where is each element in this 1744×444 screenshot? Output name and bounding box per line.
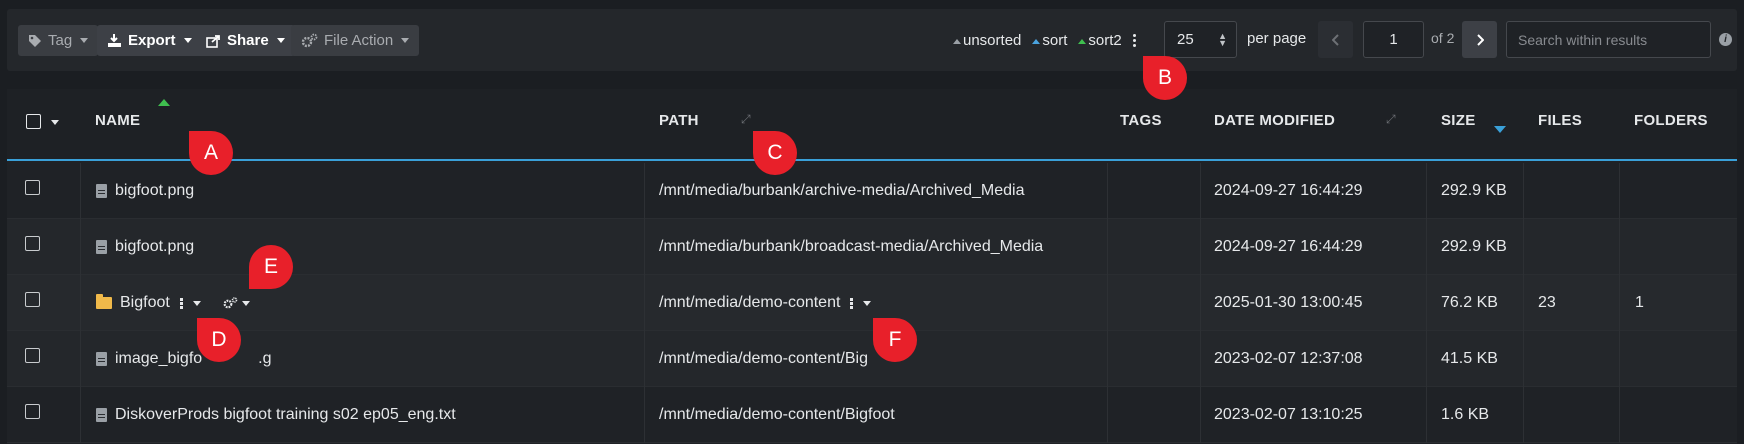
marker-d: D — [197, 318, 241, 362]
page-count-label: of 2 — [1431, 30, 1455, 46]
file-action-label: File Action — [324, 32, 394, 49]
column-tags[interactable]: TAGS — [1120, 112, 1162, 129]
file-name[interactable]: bigfoot.png — [115, 238, 194, 256]
file-path: /mnt/media/demo-content/Big — [659, 350, 868, 367]
list-icon — [850, 297, 854, 309]
file-path: /mnt/media/burbank/broadcast-media/Archi… — [659, 238, 1044, 255]
file-name[interactable]: image_bigfo — [115, 350, 202, 368]
file-size: 292.9 KB — [1441, 182, 1507, 199]
sort-selector: unsorted sort sort2 — [953, 25, 1136, 56]
folder-icon — [96, 294, 112, 309]
info-icon[interactable]: i — [1719, 33, 1732, 46]
date-modified: 2024-09-27 16:44:29 — [1214, 238, 1363, 255]
select-all-checkbox[interactable] — [26, 114, 41, 129]
path-menu-button[interactable] — [850, 297, 872, 309]
kebab-icon[interactable] — [1132, 34, 1136, 47]
column-name[interactable]: NAME — [95, 112, 140, 129]
folders-count: 1 — [1635, 294, 1644, 311]
toolbar: Tag Export Share File Action unsorted so… — [7, 9, 1737, 71]
prev-page-button[interactable] — [1318, 21, 1353, 58]
table-row[interactable]: image_bigfo .g /mnt/media/demo-content/B… — [7, 331, 1737, 387]
expand-icon[interactable]: ⤢ — [741, 112, 751, 127]
chevron-right-icon — [1476, 33, 1484, 46]
share-button[interactable]: Share — [196, 25, 295, 56]
chevron-down-icon — [183, 38, 192, 43]
sort-option-sort[interactable]: sort — [1032, 32, 1067, 49]
expand-icon[interactable]: ⤢ — [1386, 112, 1396, 127]
row-checkbox[interactable] — [25, 292, 40, 307]
share-label: Share — [227, 32, 269, 49]
export-button[interactable]: Export — [97, 25, 202, 56]
file-icon — [96, 240, 107, 254]
file-icon — [96, 352, 107, 366]
file-size: 41.5 KB — [1441, 350, 1498, 367]
column-path[interactable]: PATH — [659, 112, 699, 129]
per-page-label: per page — [1247, 30, 1307, 47]
date-modified: 2023-02-07 13:10:25 — [1214, 406, 1363, 423]
row-checkbox[interactable] — [25, 180, 40, 195]
marker-c: C — [753, 131, 797, 175]
share-icon — [206, 34, 221, 48]
marker-a: A — [189, 131, 233, 175]
column-files[interactable]: FILES — [1538, 112, 1582, 129]
row-checkbox[interactable] — [25, 404, 40, 419]
folder-name[interactable]: Bigfoot — [120, 294, 170, 312]
file-icon — [96, 184, 107, 198]
row-checkbox[interactable] — [25, 348, 40, 363]
file-size: 292.9 KB — [1441, 238, 1507, 255]
column-size[interactable]: SIZE — [1441, 112, 1476, 129]
sort-option-sort2[interactable]: sort2 — [1078, 32, 1122, 49]
date-modified: 2023-02-07 12:37:08 — [1214, 350, 1363, 367]
search-input[interactable] — [1506, 21, 1711, 58]
chevron-down-icon — [276, 38, 285, 43]
gears-icon — [223, 297, 238, 309]
file-name[interactable]: DiskoverProds bigfoot training s02 ep05_… — [115, 406, 456, 424]
table-header: NAME PATH ⤢ TAGS DATE MODIFIED ⤢ SIZE FI… — [7, 89, 1737, 161]
export-label: Export — [128, 32, 176, 49]
file-size: 1.6 KB — [1441, 406, 1490, 423]
sort-asc-icon — [158, 99, 170, 106]
tag-icon — [28, 34, 42, 48]
chevron-down-icon — [401, 38, 410, 43]
column-date-modified[interactable]: DATE MODIFIED — [1214, 112, 1335, 129]
file-path: /mnt/media/burbank/archive-media/Archive… — [659, 182, 1025, 199]
file-path: /mnt/media/demo-content — [659, 294, 841, 311]
files-count: 23 — [1538, 294, 1556, 311]
updown-icon: ▲ ▼ — [1218, 31, 1227, 48]
tag-label: Tag — [48, 32, 73, 49]
row-menu-button[interactable] — [179, 297, 201, 309]
column-folders[interactable]: FOLDERS — [1634, 112, 1708, 129]
sort-desc-icon — [1494, 126, 1506, 133]
chevron-down-icon — [192, 300, 201, 306]
chevron-down-icon — [863, 300, 872, 306]
table-row[interactable]: bigfoot.png /mnt/media/burbank/archive-m… — [7, 163, 1737, 219]
date-modified: 2024-09-27 16:44:29 — [1214, 182, 1363, 199]
marker-e: E — [249, 245, 293, 289]
date-modified: 2025-01-30 13:00:45 — [1214, 294, 1363, 311]
per-page-select[interactable]: 25 ▲ ▼ — [1164, 21, 1237, 58]
chevron-down-icon[interactable] — [51, 120, 59, 125]
marker-b: B — [1143, 56, 1187, 100]
sort-option-unsorted[interactable]: unsorted — [953, 32, 1021, 49]
file-name[interactable]: bigfoot.png — [115, 182, 194, 200]
row-action-button[interactable] — [223, 297, 250, 309]
gears-icon — [301, 33, 318, 48]
file-path: /mnt/media/demo-content/Bigfoot — [659, 406, 895, 423]
file-action-button[interactable]: File Action — [291, 25, 420, 56]
page-number-input[interactable]: 1 — [1363, 21, 1424, 58]
chevron-left-icon — [1331, 33, 1339, 46]
file-name-tail: .g — [258, 350, 272, 367]
marker-f: F — [873, 318, 917, 362]
list-icon — [179, 297, 183, 309]
next-page-button[interactable] — [1462, 21, 1497, 58]
chevron-down-icon — [241, 300, 250, 306]
file-icon — [96, 408, 107, 422]
row-checkbox[interactable] — [25, 236, 40, 251]
export-icon — [107, 33, 122, 48]
file-size: 76.2 KB — [1441, 294, 1498, 311]
chevron-down-icon — [80, 38, 89, 43]
table-row[interactable]: DiskoverProds bigfoot training s02 ep05_… — [7, 387, 1737, 443]
tag-button[interactable]: Tag — [18, 25, 99, 56]
